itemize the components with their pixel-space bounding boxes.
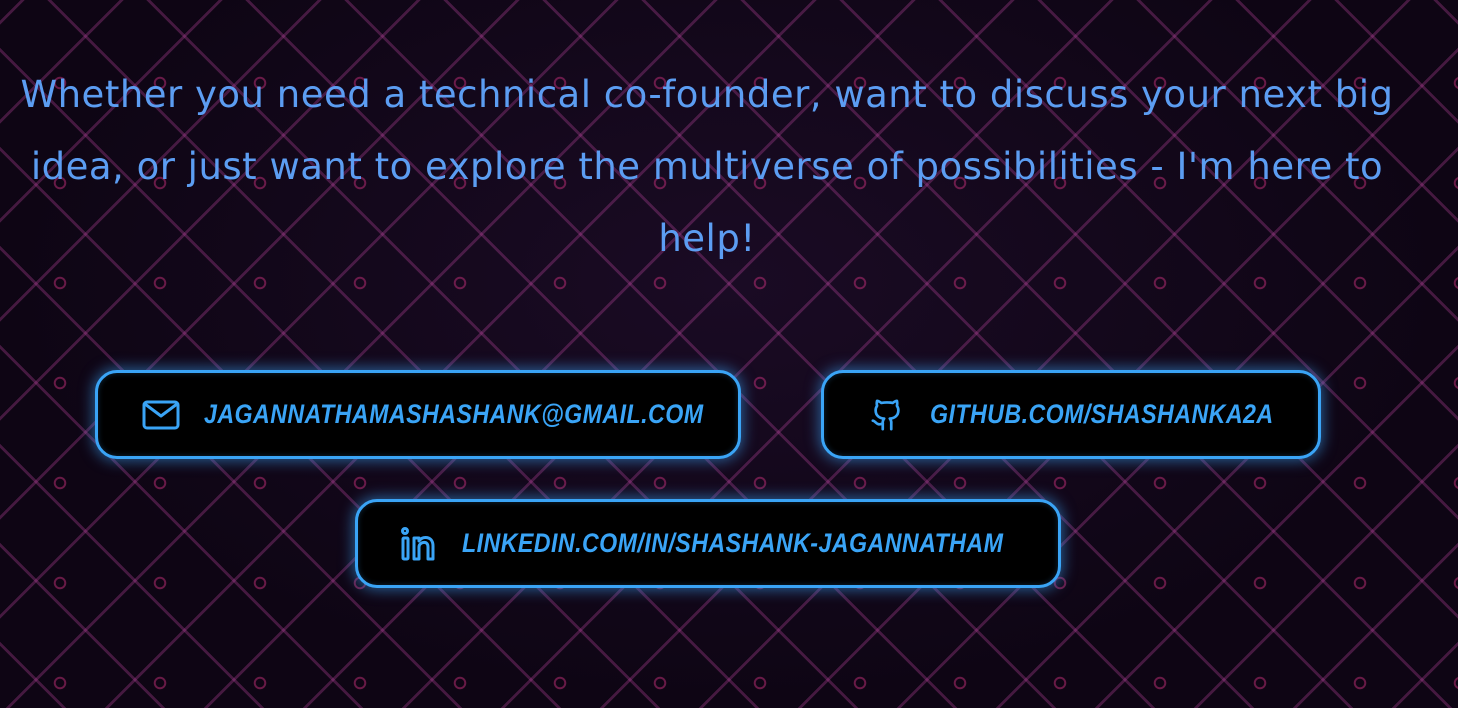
- github-icon: [868, 396, 906, 434]
- linkedin-icon: [400, 525, 438, 563]
- linkedin-label: LINKEDIN.COM/IN/SHASHANK-JAGANNATHAM: [462, 528, 1004, 558]
- email-link-button[interactable]: JAGANNATHAMASHASHANK@GMAIL.COM: [95, 370, 741, 459]
- mail-icon: [142, 396, 180, 434]
- github-link-button[interactable]: GITHUB.COM/SHASHANKA2A: [821, 370, 1321, 459]
- linkedin-link-button[interactable]: LINKEDIN.COM/IN/SHASHANK-JAGANNATHAM: [355, 499, 1061, 588]
- email-label: JAGANNATHAMASHASHANK@GMAIL.COM: [204, 399, 704, 429]
- github-label: GITHUB.COM/SHASHANKA2A: [930, 399, 1274, 429]
- intro-text: Whether you need a technical co-founder,…: [20, 73, 1394, 260]
